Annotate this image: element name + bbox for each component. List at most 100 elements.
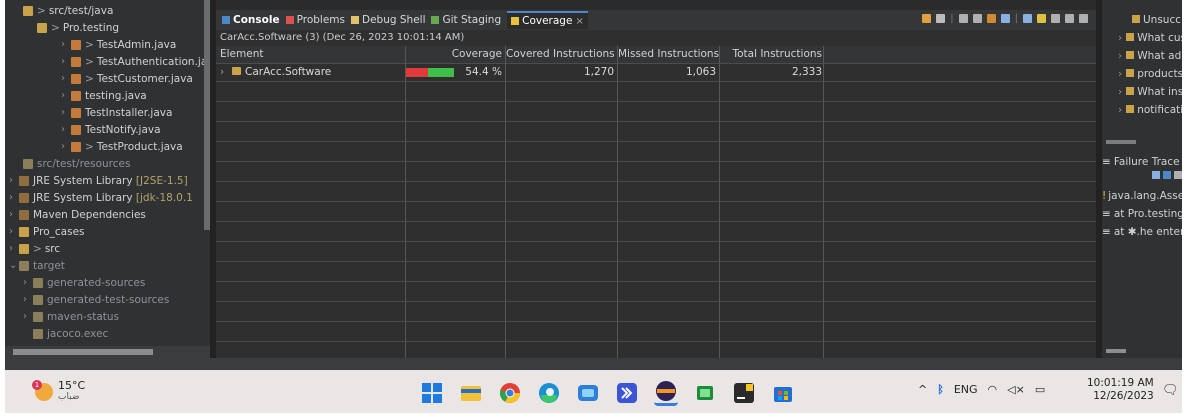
- chevron-right-icon[interactable]: ›: [1118, 32, 1122, 44]
- chevron-right-icon[interactable]: ›: [1118, 104, 1122, 116]
- tree-item-testproduct[interactable]: › > TestProduct.java: [61, 138, 183, 155]
- trace-line[interactable]: ≡at Pro.testing.Te: [1102, 206, 1182, 223]
- copy-icon[interactable]: [1174, 171, 1182, 179]
- chevron-right-icon[interactable]: ›: [61, 56, 71, 67]
- ms-store-icon[interactable]: [771, 381, 795, 405]
- chrome-icon[interactable]: [498, 381, 522, 405]
- chevron-right-icon[interactable]: ›: [23, 277, 33, 288]
- chevron-right-icon[interactable]: ›: [1118, 86, 1122, 98]
- chevron-right-icon[interactable]: ›: [1118, 68, 1122, 80]
- folder-icon: [33, 311, 43, 322]
- test-item[interactable]: ›notificatio: [1118, 102, 1182, 119]
- tab-coverage[interactable]: Coverage ×: [507, 11, 588, 29]
- tree-item-maven-deps[interactable]: › Maven Dependencies: [9, 206, 146, 223]
- wifi-icon[interactable]: ◠: [988, 383, 998, 396]
- tree-item-jacoco-exec[interactable]: jacoco.exec: [33, 325, 108, 342]
- chevron-right-icon[interactable]: ›: [220, 64, 224, 81]
- row-divider: [216, 161, 1096, 162]
- link-icon[interactable]: [1037, 14, 1046, 23]
- tree-item-jre-lib-1[interactable]: › JRE System Library [J2SE-1.5]: [9, 172, 188, 189]
- tree-item-pro-testing[interactable]: > Pro.testing: [37, 19, 119, 36]
- column-header-missed[interactable]: Missed Instructions: [618, 46, 719, 63]
- bluetooth-icon[interactable]: ᛒ: [937, 383, 944, 396]
- column-header-coverage[interactable]: Coverage: [406, 46, 502, 63]
- volume-icon[interactable]: ◁×: [1007, 383, 1025, 396]
- chevron-right-icon[interactable]: ›: [9, 226, 19, 237]
- tab-debug-shell[interactable]: Debug Shell: [351, 14, 425, 26]
- tree-item-testing[interactable]: › testing.java: [61, 87, 147, 104]
- chevron-right-icon[interactable]: ›: [23, 311, 33, 322]
- chevron-right-icon[interactable]: ›: [23, 294, 33, 305]
- relaunch-icon[interactable]: [922, 14, 932, 23]
- chevron-right-icon[interactable]: ›: [1118, 50, 1122, 62]
- view-menu-icon[interactable]: [1051, 14, 1060, 23]
- session-dropdown-icon[interactable]: [936, 14, 946, 23]
- compare-icon[interactable]: [1163, 171, 1171, 179]
- dump-icon[interactable]: [1000, 14, 1010, 23]
- eclipse-icon[interactable]: [654, 379, 678, 406]
- tree-item-jre-lib-2[interactable]: › JRE System Library [jdk-18.0.1: [9, 189, 193, 206]
- column-header-total[interactable]: Total Instructions: [720, 46, 822, 63]
- maximize-icon[interactable]: [1079, 14, 1088, 23]
- tree-item-testnotify[interactable]: › TestNotify.java: [61, 121, 161, 138]
- chevron-down-icon[interactable]: ⌄: [9, 260, 19, 271]
- file-explorer-icon[interactable]: [459, 381, 483, 405]
- remove-all-sessions-icon[interactable]: [972, 14, 982, 23]
- remove-session-icon[interactable]: [958, 14, 968, 23]
- test-item[interactable]: ›What adm: [1118, 48, 1182, 65]
- chevron-up-icon[interactable]: ^: [918, 383, 927, 396]
- intellij-icon[interactable]: [732, 381, 756, 405]
- tree-item-src[interactable]: › > src: [9, 240, 60, 257]
- merge-sessions-icon[interactable]: [986, 14, 996, 23]
- close-icon[interactable]: ×: [575, 16, 583, 27]
- tree-item-testcustomer[interactable]: › > TestCustomer.java: [61, 70, 193, 87]
- language-indicator[interactable]: ENG: [954, 383, 978, 396]
- collapse-all-icon[interactable]: [1023, 14, 1032, 23]
- column-header-covered[interactable]: Covered Instructions: [506, 46, 615, 63]
- tree-item-testadmin[interactable]: › > TestAdmin.java: [61, 36, 176, 53]
- chevron-right-icon[interactable]: ›: [61, 90, 71, 101]
- tree-item-testauthentication[interactable]: › > TestAuthentication.jav: [61, 53, 210, 70]
- chevron-right-icon[interactable]: ›: [61, 39, 71, 50]
- notifications-icon[interactable]: 🗨: [1162, 383, 1179, 398]
- filter-icon[interactable]: [1152, 171, 1160, 179]
- chevron-right-icon[interactable]: ›: [9, 192, 19, 203]
- chevron-right-icon[interactable]: ›: [9, 175, 19, 186]
- tree-item-generated-sources[interactable]: › generated-sources: [23, 274, 145, 291]
- tree-item-testinstaller[interactable]: › TestInstaller.java: [61, 104, 172, 121]
- test-item[interactable]: Unsucc: [1132, 12, 1181, 29]
- tree-item-maven-status[interactable]: › maven-status: [23, 308, 119, 325]
- trace-line[interactable]: ≡at ✱.he enter th: [1102, 224, 1182, 241]
- tree-item-generated-test-sources[interactable]: › generated-test-sources: [23, 291, 169, 308]
- tree-item-target[interactable]: ⌄ target: [9, 257, 65, 274]
- chevron-right-icon[interactable]: ›: [61, 107, 71, 118]
- tree-item-src-test-java[interactable]: > src/test/java: [23, 2, 113, 19]
- test-item[interactable]: ›What cust: [1118, 30, 1182, 47]
- chevron-right-icon[interactable]: ›: [61, 124, 71, 135]
- horizontal-scrollbar[interactable]: [1106, 349, 1126, 353]
- horizontal-scrollbar[interactable]: [13, 349, 153, 355]
- trace-line[interactable]: !java.lang.Asserti: [1102, 188, 1182, 205]
- test-item[interactable]: › products: [1118, 66, 1182, 83]
- store-app-icon[interactable]: [576, 381, 600, 405]
- chevron-right-icon[interactable]: ›: [9, 209, 19, 220]
- tab-git-staging[interactable]: Git Staging: [431, 14, 501, 26]
- tab-problems[interactable]: Problems: [285, 14, 345, 26]
- tree-item-pro-cases[interactable]: › Pro_cases: [9, 223, 85, 240]
- tab-console[interactable]: Console: [222, 14, 280, 26]
- edge-icon[interactable]: [537, 381, 561, 405]
- clock[interactable]: 10:01:19 AM 12/26/2023: [1087, 377, 1154, 403]
- battery-icon[interactable]: ▭: [1035, 383, 1045, 396]
- minimize-icon[interactable]: [1065, 14, 1074, 23]
- tree-item-src-test-resources[interactable]: src/test/resources: [23, 155, 130, 172]
- chip-app-icon[interactable]: [693, 381, 717, 405]
- test-item[interactable]: ›What insta: [1118, 84, 1182, 101]
- windows-start-icon[interactable]: [420, 381, 444, 405]
- chevron-right-icon[interactable]: ›: [61, 73, 71, 84]
- chevron-right-icon[interactable]: ›: [61, 141, 71, 152]
- vscode-icon[interactable]: [615, 381, 639, 405]
- chevron-right-icon[interactable]: ›: [9, 243, 19, 254]
- weather-widget[interactable]: 1 15°C ضباب: [32, 379, 85, 403]
- horizontal-scrollbar[interactable]: [1106, 140, 1136, 144]
- column-header-element[interactable]: Element: [220, 46, 263, 63]
